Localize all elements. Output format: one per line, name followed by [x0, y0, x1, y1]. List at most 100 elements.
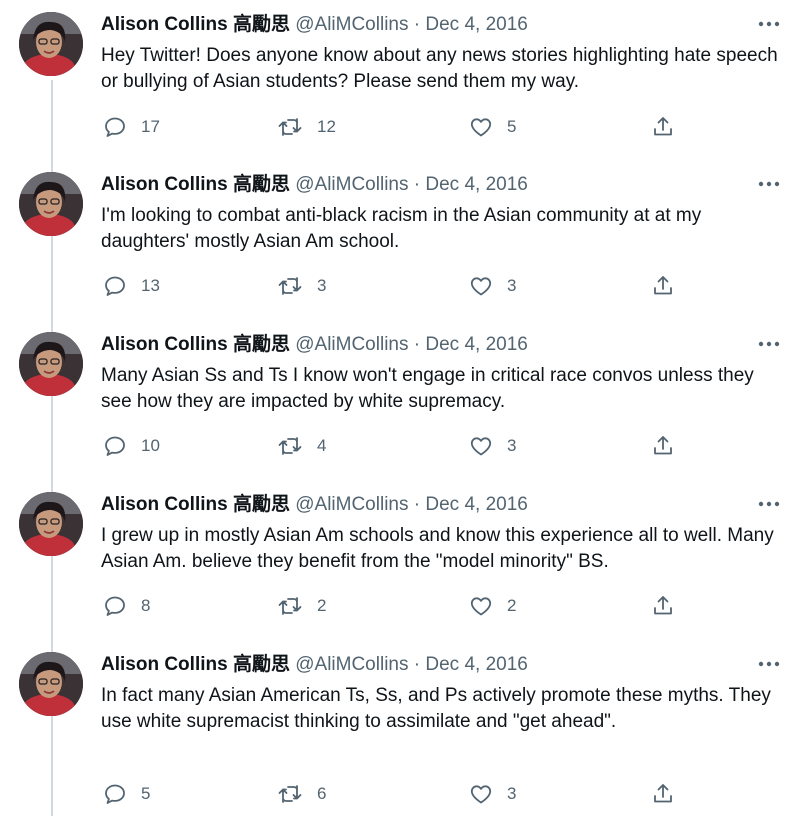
- retweet-count: 12: [317, 117, 336, 136]
- more-icon: [758, 21, 780, 27]
- author-handle[interactable]: @AliMCollins: [295, 334, 408, 355]
- tweet[interactable]: Alison Collins 高勵思 @AliMCollins · Dec 4,…: [0, 480, 800, 640]
- reply-count: 17: [141, 117, 160, 136]
- reply-icon: [105, 596, 125, 616]
- reply-count: 5: [141, 784, 151, 803]
- more-icon: [758, 341, 780, 347]
- share-icon: [654, 276, 672, 295]
- share-button[interactable]: [651, 272, 675, 300]
- author-name[interactable]: Alison Collins 高勵思: [101, 654, 290, 675]
- retweet-icon: [278, 437, 302, 455]
- like-count: 2: [507, 596, 517, 615]
- tweet-actions: 13 3 3: [101, 272, 701, 300]
- avatar[interactable]: [19, 172, 83, 236]
- reply-icon: [105, 784, 125, 804]
- tweet-text: I'm looking to combat anti-black racism …: [101, 205, 702, 252]
- retweet-icon: [278, 597, 302, 615]
- reply-icon: [105, 276, 125, 296]
- reply-button[interactable]: 13: [103, 272, 160, 300]
- like-count: 3: [507, 784, 517, 803]
- retweet-button[interactable]: 3: [277, 272, 326, 300]
- share-icon: [654, 784, 672, 803]
- more-icon: [758, 181, 780, 187]
- more-options-button[interactable]: [754, 654, 784, 674]
- reply-icon: [105, 117, 125, 137]
- reply-button[interactable]: 8: [103, 592, 150, 620]
- author-name[interactable]: Alison Collins 高勵思: [101, 334, 290, 355]
- reply-count: 8: [141, 596, 151, 615]
- tweet-text: In fact many Asian American Ts, Ss, and …: [101, 685, 771, 732]
- author-handle[interactable]: @AliMCollins: [295, 654, 408, 675]
- separator-dot: ·: [413, 654, 421, 675]
- retweet-button[interactable]: 12: [277, 113, 336, 141]
- avatar[interactable]: [19, 12, 83, 76]
- tweet-actions: 5 6 3: [101, 780, 701, 808]
- reply-button[interactable]: 5: [103, 780, 150, 808]
- more-options-button[interactable]: [754, 174, 784, 194]
- like-button[interactable]: 3: [469, 272, 516, 300]
- reply-icon: [105, 436, 125, 456]
- retweet-count: 4: [317, 436, 327, 455]
- tweet[interactable]: Alison Collins 高勵思 @AliMCollins · Dec 4,…: [0, 640, 800, 816]
- tweet[interactable]: Alison Collins 高勵思 @AliMCollins · Dec 4,…: [0, 160, 800, 320]
- retweet-count: 3: [317, 276, 327, 295]
- tweet-date[interactable]: Dec 4, 2016: [425, 174, 527, 195]
- tweet[interactable]: Alison Collins 高勵思 @AliMCollins · Dec 4,…: [0, 320, 800, 480]
- like-button[interactable]: 3: [469, 780, 516, 808]
- share-icon: [654, 117, 672, 136]
- more-options-button[interactable]: [754, 494, 784, 514]
- reply-button[interactable]: 10: [103, 432, 160, 460]
- like-button[interactable]: 3: [469, 432, 516, 460]
- tweet-text: I grew up in mostly Asian Am schools and…: [101, 525, 774, 572]
- tweet-text: Many Asian Ss and Ts I know won't engage…: [101, 365, 754, 412]
- heart-icon: [470, 118, 492, 137]
- retweet-button[interactable]: 6: [277, 780, 326, 808]
- heart-icon: [470, 597, 492, 616]
- author-handle[interactable]: @AliMCollins: [295, 174, 408, 195]
- separator-dot: ·: [413, 174, 421, 195]
- more-icon: [758, 501, 780, 507]
- tweet[interactable]: Alison Collins 高勵思 @AliMCollins · Dec 4,…: [0, 0, 800, 160]
- author-handle[interactable]: @AliMCollins: [295, 494, 408, 515]
- more-options-button[interactable]: [754, 334, 784, 354]
- share-button[interactable]: [651, 113, 675, 141]
- retweet-icon: [278, 118, 302, 136]
- tweet-actions: 8 2 2: [101, 592, 701, 620]
- share-button[interactable]: [651, 432, 675, 460]
- share-button[interactable]: [651, 592, 675, 620]
- heart-icon: [470, 437, 492, 456]
- avatar[interactable]: [19, 652, 83, 716]
- retweet-icon: [278, 277, 302, 295]
- like-count: 3: [507, 436, 517, 455]
- reply-button[interactable]: 17: [103, 113, 160, 141]
- share-button[interactable]: [651, 780, 675, 808]
- author-handle[interactable]: @AliMCollins: [295, 14, 408, 35]
- like-count: 3: [507, 276, 517, 295]
- avatar[interactable]: [19, 492, 83, 556]
- reply-count: 10: [141, 436, 160, 455]
- author-name[interactable]: Alison Collins 高勵思: [101, 494, 290, 515]
- retweet-count: 6: [317, 784, 327, 803]
- separator-dot: ·: [413, 494, 421, 515]
- tweet-actions: 10 4 3: [101, 432, 701, 460]
- separator-dot: ·: [413, 334, 421, 355]
- retweet-count: 2: [317, 596, 327, 615]
- share-icon: [654, 596, 672, 615]
- tweet-date[interactable]: Dec 4, 2016: [425, 14, 527, 35]
- like-button[interactable]: 2: [469, 592, 516, 620]
- avatar[interactable]: [19, 332, 83, 396]
- tweet-date[interactable]: Dec 4, 2016: [425, 654, 527, 675]
- like-count: 5: [507, 117, 517, 136]
- more-icon: [758, 661, 780, 667]
- share-icon: [654, 436, 672, 455]
- more-options-button[interactable]: [754, 14, 784, 34]
- retweet-button[interactable]: 2: [277, 592, 326, 620]
- author-name[interactable]: Alison Collins 高勵思: [101, 174, 290, 195]
- tweet-date[interactable]: Dec 4, 2016: [425, 494, 527, 515]
- like-button[interactable]: 5: [469, 113, 516, 141]
- heart-icon: [470, 785, 492, 804]
- author-name[interactable]: Alison Collins 高勵思: [101, 14, 290, 35]
- tweet-date[interactable]: Dec 4, 2016: [425, 334, 527, 355]
- retweet-icon: [278, 785, 302, 803]
- retweet-button[interactable]: 4: [277, 432, 326, 460]
